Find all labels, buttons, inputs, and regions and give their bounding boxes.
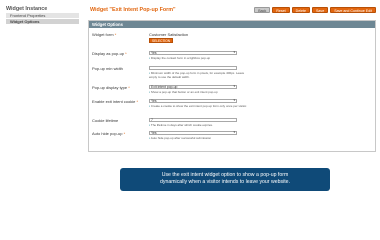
chevron-down-icon: ▾ (233, 130, 235, 134)
caption-line-1: Use the exit intent widget option to sho… (161, 172, 289, 178)
caption-line-2: dynamically when a visitor intends to le… (159, 179, 291, 185)
auto-hide-select[interactable]: Yes ▾ (149, 131, 237, 135)
sidebar: Widget Instance Frontend Properties Widg… (6, 6, 79, 25)
sidebar-title: Widget Instance (6, 6, 48, 12)
cookie-lifetime-note: ▪ The lifetime in days after which cooki… (149, 123, 213, 127)
reset-button[interactable]: Reset (272, 7, 290, 13)
enable-cookie-note: ▪ Create a cookie to show the exit inten… (149, 104, 247, 108)
display-as-popup-label: Display as pop-up * (92, 51, 127, 56)
popup-min-width-label: Pop-up min width (92, 66, 123, 71)
page-header: Widget "Exit Intent Pop-up Form" Back Re… (88, 6, 376, 15)
save-button[interactable]: Save (312, 7, 329, 13)
display-as-popup-note: ▪ Display the contact form in a lightbox… (149, 56, 211, 60)
header-actions: Back Reset Delete Save Save and Continue… (254, 7, 376, 13)
display-as-popup-select[interactable]: Yes ▾ (149, 51, 237, 55)
page-title: Widget "Exit Intent Pop-up Form" (90, 7, 176, 13)
widget-form-value: Customer Satisfaction (149, 32, 189, 37)
delete-button[interactable]: Delete (291, 7, 311, 13)
caption-banner: Use the exit intent widget option to sho… (120, 168, 330, 191)
popup-display-type-label: Pop-up display type * (92, 85, 130, 90)
auto-hide-label: Auto hide pop-up * (92, 131, 126, 136)
enable-cookie-select[interactable]: Yes ▾ (149, 99, 237, 103)
chevron-down-icon: ▾ (233, 50, 235, 54)
cookie-lifetime-input[interactable]: 7 (149, 118, 237, 122)
chevron-down-icon: ▾ (233, 84, 235, 88)
sidebar-item-widget-options[interactable]: Widget Options (6, 19, 79, 25)
auto-hide-note: ▪ Auto hide pop-up after successful subm… (149, 136, 212, 140)
widget-options-panel: Widget Options Widget form * Customer Sa… (88, 20, 376, 152)
popup-display-type-note: ▪ Show a pop-up that button or an exit i… (149, 90, 218, 94)
save-continue-button[interactable]: Save and Continue Edit (330, 7, 376, 13)
popup-min-width-note: ▪ Minimum width of the pop-up form in pi… (149, 71, 245, 79)
cookie-lifetime-label: Cookie lifetime (92, 118, 119, 123)
widget-form-label: Widget form * (92, 32, 117, 37)
popup-display-type-select[interactable]: Exit intent pop-up ▾ (149, 85, 237, 89)
enable-cookie-label: Enable exit intent cookie * (92, 99, 139, 104)
back-button[interactable]: Back (254, 7, 271, 13)
popup-min-width-input[interactable] (149, 66, 237, 70)
panel-title: Widget Options (89, 21, 375, 28)
widget-form-selection-button[interactable]: SELECTION (149, 38, 174, 43)
chevron-down-icon: ▾ (233, 98, 235, 102)
